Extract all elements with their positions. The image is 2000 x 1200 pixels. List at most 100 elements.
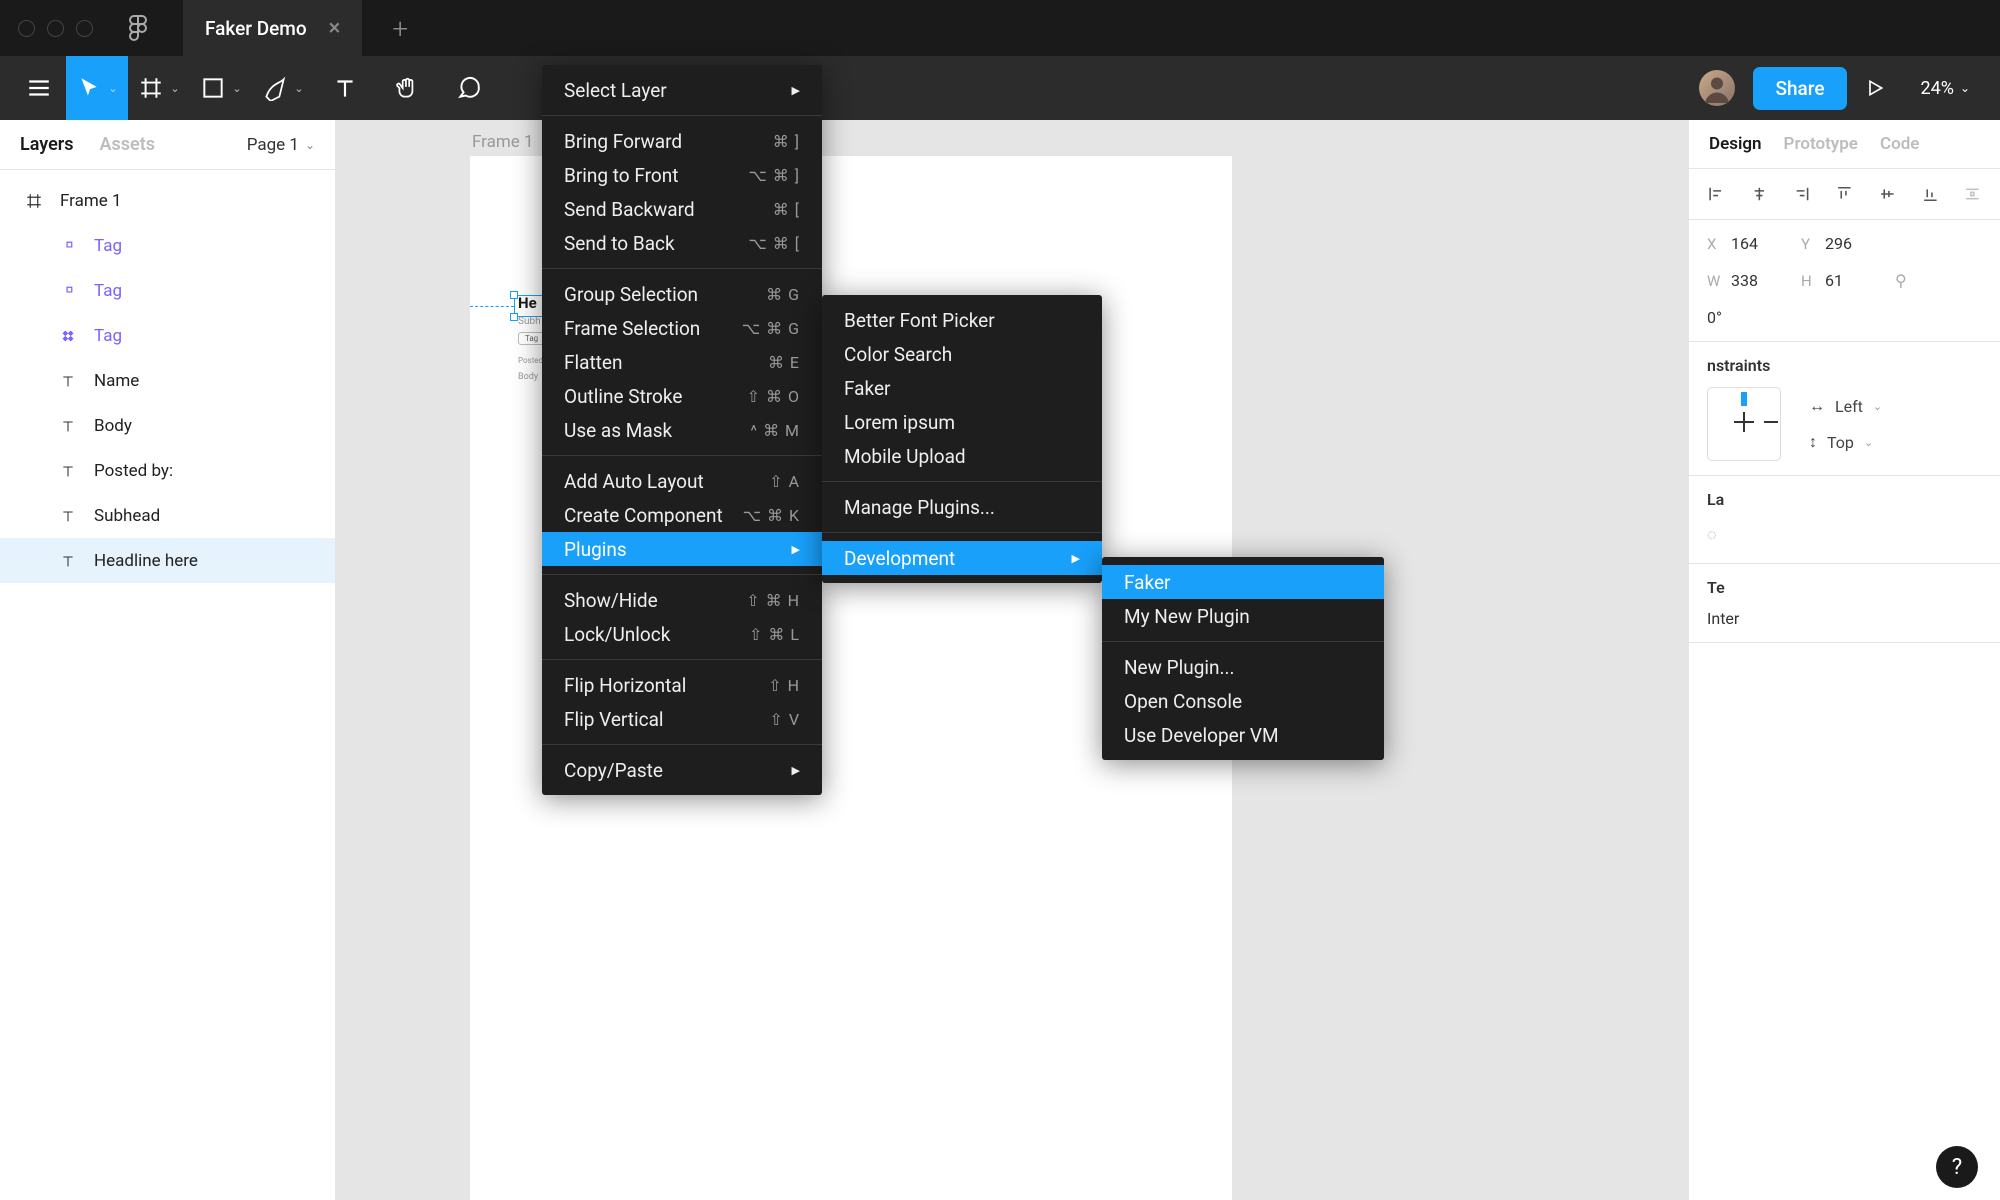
figma-logo-icon[interactable]	[129, 14, 147, 42]
layer-row-component[interactable]: Tag	[0, 223, 335, 268]
alignment-row	[1689, 169, 2000, 220]
menu-item-plugin[interactable]: Faker	[822, 371, 1102, 405]
align-vcenter-icon[interactable]	[1878, 183, 1897, 205]
distribute-icon[interactable]	[1963, 183, 1982, 205]
right-panel-tabs: Design Prototype Code	[1689, 120, 2000, 169]
menu-item-outline[interactable]: Outline Stroke⇧ ⌘ O	[542, 379, 822, 413]
resize-handle[interactable]	[510, 291, 518, 299]
layer-row-text[interactable]: Headline here	[0, 538, 335, 583]
constraints-title: nstraints	[1707, 356, 1982, 375]
frame-tool[interactable]: ⌄	[128, 56, 190, 120]
tab-prototype[interactable]: Prototype	[1784, 134, 1858, 154]
prop-y-value[interactable]: 296	[1825, 234, 1895, 253]
document-tab[interactable]: Faker Demo ×	[183, 0, 362, 56]
document-tab-title: Faker Demo	[205, 17, 307, 40]
prop-w-value[interactable]: 338	[1731, 271, 1801, 290]
link-wh-icon[interactable]: ⚲	[1895, 271, 1935, 290]
pen-tool[interactable]: ⌄	[252, 56, 314, 120]
comment-tool[interactable]	[438, 56, 500, 120]
shape-tool[interactable]: ⌄	[190, 56, 252, 120]
align-right-icon[interactable]	[1792, 183, 1811, 205]
menu-item-plugin[interactable]: Lorem ipsum	[822, 405, 1102, 439]
menu-item-new-plugin[interactable]: New Plugin...	[1102, 650, 1384, 684]
prop-r-value[interactable]: 0°	[1707, 308, 1801, 327]
menu-item-auto-layout[interactable]: Add Auto Layout⇧ A	[542, 464, 822, 498]
layer-row-text[interactable]: Subhead	[0, 493, 335, 538]
menu-item-create-component[interactable]: Create Component⌥ ⌘ K	[542, 498, 822, 532]
layer-row-component[interactable]: Tag	[0, 313, 335, 358]
canvas-text-posted[interactable]: Posted	[518, 356, 543, 365]
menu-item-open-console[interactable]: Open Console	[1102, 684, 1384, 718]
menu-item-copy-paste[interactable]: Copy/Paste▶	[542, 753, 822, 787]
font-family[interactable]: Inter	[1707, 609, 1982, 628]
tab-code[interactable]: Code	[1880, 134, 1919, 154]
tab-assets[interactable]: Assets	[100, 134, 156, 155]
menu-item-dev-vm[interactable]: Use Developer VM	[1102, 718, 1384, 752]
constraint-v-select[interactable]: ↕Top ⌄	[1809, 432, 1882, 452]
maximize-window-icon[interactable]	[76, 20, 93, 37]
close-window-icon[interactable]	[18, 20, 35, 37]
minimize-window-icon[interactable]	[47, 20, 64, 37]
prop-x-value[interactable]: 164	[1731, 234, 1801, 253]
menu-separator	[542, 659, 822, 660]
menu-item-select-layer[interactable]: Select Layer▶	[542, 73, 822, 107]
menu-item-bring-front[interactable]: Bring to Front⌥ ⌘ ]	[542, 158, 822, 192]
page-selector[interactable]: Page 1 ⌄	[247, 135, 315, 155]
menu-item-plugin[interactable]: Mobile Upload	[822, 439, 1102, 473]
menu-item-dev-plugin[interactable]: My New Plugin	[1102, 599, 1384, 633]
new-tab-button[interactable]: +	[392, 12, 408, 45]
layer-row-text[interactable]: Name	[0, 358, 335, 403]
menu-item-group[interactable]: Group Selection⌘ G	[542, 277, 822, 311]
help-button[interactable]: ?	[1936, 1146, 1978, 1188]
menu-item-flatten[interactable]: Flatten⌘ E	[542, 345, 822, 379]
zoom-control[interactable]: 24% ⌄	[1903, 78, 1988, 99]
main-menu-button[interactable]	[12, 56, 66, 120]
text-tool[interactable]	[314, 56, 376, 120]
tab-layers[interactable]: Layers	[20, 134, 74, 155]
menu-item-mask[interactable]: Use as Mask^ ⌘ M	[542, 413, 822, 447]
close-tab-icon[interactable]: ×	[329, 16, 341, 41]
hand-tool[interactable]	[376, 56, 438, 120]
menu-item-manage-plugins[interactable]: Manage Plugins...	[822, 490, 1102, 524]
menu-item-plugins[interactable]: Plugins▶	[542, 532, 822, 566]
menu-item-plugin[interactable]: Better Font Picker	[822, 303, 1102, 337]
menu-item-bring-forward[interactable]: Bring Forward⌘ ]	[542, 124, 822, 158]
align-left-icon[interactable]	[1707, 183, 1726, 205]
canvas-text-subhead[interactable]: Subh	[518, 316, 541, 327]
submenu-arrow-icon: ▶	[792, 84, 800, 97]
menu-item-plugin[interactable]: Color Search	[822, 337, 1102, 371]
align-bottom-icon[interactable]	[1921, 183, 1940, 205]
layer-row-frame[interactable]: Frame 1	[0, 178, 335, 223]
move-tool[interactable]: ⌄	[66, 56, 128, 120]
present-button[interactable]	[1847, 78, 1903, 98]
menu-item-frame-sel[interactable]: Frame Selection⌥ ⌘ G	[542, 311, 822, 345]
menu-item-development[interactable]: Development▶	[822, 541, 1102, 575]
tab-design[interactable]: Design	[1709, 134, 1762, 154]
menu-item-show-hide[interactable]: Show/Hide⇧ ⌘ H	[542, 583, 822, 617]
resize-handle[interactable]	[510, 313, 518, 321]
canvas-text-headline[interactable]: He	[518, 294, 537, 312]
menu-separator	[822, 532, 1102, 533]
menu-item-lock[interactable]: Lock/Unlock⇧ ⌘ L	[542, 617, 822, 651]
menu-item-send-backward[interactable]: Send Backward⌘ [	[542, 192, 822, 226]
canvas[interactable]: Frame 1 He Subh Tag Posted Body	[336, 120, 1688, 1200]
share-button[interactable]: Share	[1753, 67, 1846, 110]
menu-item-send-back[interactable]: Send to Back⌥ ⌘ [	[542, 226, 822, 260]
layer-row-text[interactable]: Body	[0, 403, 335, 448]
constraint-h-select[interactable]: ↔Left ⌄	[1809, 396, 1882, 416]
layer-label: Frame 1	[60, 191, 122, 211]
menu-item-flip-v[interactable]: Flip Vertical⇧ V	[542, 702, 822, 736]
menu-item-flip-h[interactable]: Flip Horizontal⇧ H	[542, 668, 822, 702]
menu-item-dev-plugin[interactable]: Faker	[1102, 565, 1384, 599]
frame-label[interactable]: Frame 1	[472, 132, 534, 152]
prop-h-value[interactable]: 61	[1825, 271, 1895, 290]
menu-separator	[542, 268, 822, 269]
blend-icon[interactable]: ◌	[1707, 525, 1717, 545]
user-avatar[interactable]	[1699, 70, 1735, 106]
layer-row-text[interactable]: Posted by:	[0, 448, 335, 493]
layer-row-component[interactable]: Tag	[0, 268, 335, 313]
constraint-box[interactable]	[1707, 387, 1781, 461]
canvas-text-body[interactable]: Body	[518, 372, 538, 382]
align-top-icon[interactable]	[1835, 183, 1854, 205]
align-hcenter-icon[interactable]	[1750, 183, 1769, 205]
